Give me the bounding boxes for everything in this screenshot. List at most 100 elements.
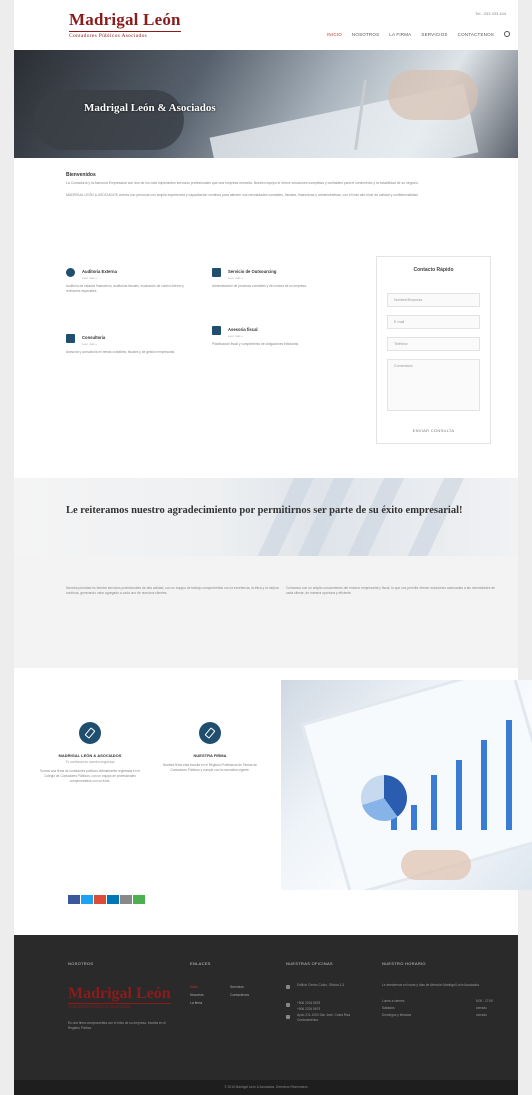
about-text-right: Contamos con un amplio conocimiento del … <box>286 586 495 595</box>
nav-item-inicio[interactable]: Inicio <box>327 32 342 37</box>
footer-phone-2: +506 2234 5679 <box>297 1007 321 1011</box>
service-description: Auditoría de estados financieros, audito… <box>66 284 184 293</box>
globe-icon <box>66 268 75 277</box>
feature-firm: Madrigal León & Asociados Tu confianza e… <box>40 722 140 783</box>
site-header: Madrigal León Contadores Públicos Asocia… <box>14 0 518 48</box>
footer-about-text: Es una firma comprometida con el éxito d… <box>68 1021 166 1030</box>
nav-item-contactenos[interactable]: Contactenos <box>458 32 494 37</box>
envelope-icon <box>286 1015 290 1019</box>
service-more-link[interactable]: Leer más » <box>228 276 243 280</box>
search-icon[interactable] <box>504 31 510 37</box>
service-title[interactable]: Servicio de Outsourcing <box>228 269 276 274</box>
hero-image-hand <box>388 70 478 120</box>
about-section: Nuestra prioridad es brindar servicios p… <box>14 556 518 668</box>
hero-image-arm <box>34 90 184 150</box>
chart-icon <box>212 268 221 277</box>
footer-heading-offices: Nuestras oficinas <box>286 961 333 966</box>
header-phone: Tel.: 033 333 444 <box>475 11 506 16</box>
hours-time: cerrado <box>476 1006 487 1010</box>
site-footer: Nosotros Madrigal León Contadores Públic… <box>14 935 518 1080</box>
tablet-chart-image <box>281 680 532 890</box>
features-section: Madrigal León & Asociados Tu confianza e… <box>14 680 532 890</box>
database-icon <box>212 326 221 335</box>
footer-link-la-firma[interactable]: La firma <box>190 1001 202 1005</box>
footer-link-nosotros[interactable]: Nosotros <box>190 993 204 997</box>
image-bar <box>481 740 487 830</box>
left-gutter <box>0 0 14 1095</box>
nav-item-servicios[interactable]: Servicios <box>421 32 447 37</box>
banner-decoration <box>341 478 405 556</box>
hours-day: Sábados <box>382 1006 395 1010</box>
email-field[interactable]: E-mail <box>387 315 480 329</box>
site-wrapper: Madrigal León Contadores Públicos Asocia… <box>14 0 532 1095</box>
thanks-banner: Le reiteramos nuestro agradecimiento por… <box>14 478 518 556</box>
twitter-icon[interactable] <box>81 895 93 904</box>
footer-hours-intro: Le atendemos en horas y días de Atención… <box>382 983 480 987</box>
linkedin-icon[interactable] <box>107 895 119 904</box>
feature-subtitle: Tu confianza es nuestra seguridad <box>65 760 115 764</box>
whatsapp-icon[interactable] <box>133 895 145 904</box>
service-consultoria: Consultoria Leer más » Asesoría y consul… <box>66 334 196 394</box>
service-title[interactable]: Auditoria Externa <box>82 269 117 274</box>
hours-time: 8:00 - 17:00 <box>476 999 494 1003</box>
footer-link-contactenos[interactable]: Contactenos <box>230 993 249 997</box>
image-bar <box>506 720 512 830</box>
footer-link-servicios[interactable]: Servicios <box>230 985 244 989</box>
feature-title: Madrigal León & Asociados <box>58 753 122 758</box>
contact-form-title: Contacto Rápido <box>413 267 454 273</box>
service-asesoria-fiscal: Asesoria fiscal Leer más » Planificación… <box>212 326 342 386</box>
social-share-bar <box>68 895 145 904</box>
service-more-link[interactable]: Leer más » <box>82 342 97 346</box>
service-title[interactable]: Consultoria <box>82 335 105 340</box>
hours-day: Lunes a viernes <box>382 999 405 1003</box>
facebook-icon[interactable] <box>68 895 80 904</box>
service-more-link[interactable]: Leer más » <box>228 334 243 338</box>
image-bar <box>431 775 437 830</box>
phone-field[interactable]: Teléfono <box>387 337 480 351</box>
intro-paragraph-2: MADRIGAL LEÓN & ASOCIADOS cuenta con per… <box>66 193 419 197</box>
hero-title: Madrigal León & Asociados <box>84 102 216 114</box>
pencil-icon <box>199 722 221 744</box>
service-auditoria: Auditoria Externa Leer más » Auditoría d… <box>66 268 196 328</box>
logo-tagline: Contadores Públicos Asociados <box>69 31 181 39</box>
image-pie <box>361 775 407 821</box>
right-gutter <box>518 0 532 1095</box>
footer-logo[interactable]: Madrigal León Contadores Públicos Asocia… <box>68 985 171 1010</box>
footer-logo-tagline: Contadores Públicos Asociados <box>68 1003 171 1010</box>
banner-decoration <box>401 478 465 556</box>
site-logo[interactable]: Madrigal León Contadores Públicos Asocia… <box>69 10 181 39</box>
send-button[interactable]: Enviar consulta <box>377 428 490 433</box>
service-description: Planificación fiscal y cumplimiento de o… <box>212 342 299 346</box>
copyright-bar: © 2015 Madrigal León & Asociados. Derech… <box>14 1080 518 1095</box>
image-bar <box>456 760 462 830</box>
image-bar <box>411 805 417 830</box>
phone-icon <box>286 1003 290 1007</box>
google-plus-icon[interactable] <box>94 895 106 904</box>
logo-name: Madrigal León <box>69 10 181 29</box>
footer-link-inicio[interactable]: Inicio <box>190 985 198 989</box>
footer-address: Edificio Centro Colón, Oficina 1-3 <box>297 983 345 987</box>
email-icon[interactable] <box>120 895 132 904</box>
name-field[interactable]: Nombre/Empresa <box>387 293 480 307</box>
nav-item-la-firma[interactable]: La firma <box>389 32 411 37</box>
banner-text: Le reiteramos nuestro agradecimiento por… <box>66 505 463 516</box>
service-more-link[interactable]: Leer más » <box>82 276 97 280</box>
footer-logo-name: Madrigal León <box>68 985 171 1002</box>
main-nav: Inicio Nosotros La firma Servicios Conta… <box>327 31 510 37</box>
feature-title: Nuestra firma <box>193 753 227 758</box>
service-outsourcing: Servicio de Outsourcing Leer más » Admin… <box>212 268 342 328</box>
intro-heading: Bienvenidos <box>66 172 96 178</box>
sitemap-icon <box>66 334 75 343</box>
hours-time: cerrado <box>476 1013 487 1017</box>
feature-description: Somos una firma de contadores públicos d… <box>40 769 140 783</box>
nav-item-nosotros[interactable]: Nosotros <box>352 32 379 37</box>
footer-postal-address: Apdo 211-1000 San José, Costa Rica Centr… <box>297 1013 351 1022</box>
message-field[interactable]: Comentario <box>387 359 480 411</box>
quick-contact-form: Contacto Rápido Nombre/Empresa E-mail Te… <box>376 256 491 444</box>
hours-day: Domingos y feriados <box>382 1013 412 1017</box>
service-description: Asesoría y consultoría en temas contable… <box>66 350 175 354</box>
feature-nuestra-firma: Nuestra firma Nuestra firma está inscrit… <box>160 722 260 773</box>
footer-heading-links: Enlaces <box>190 961 211 966</box>
service-title[interactable]: Asesoria fiscal <box>228 327 258 332</box>
intro-paragraph-1: La Contaduría y la Asesoría Empresarial … <box>66 181 419 185</box>
